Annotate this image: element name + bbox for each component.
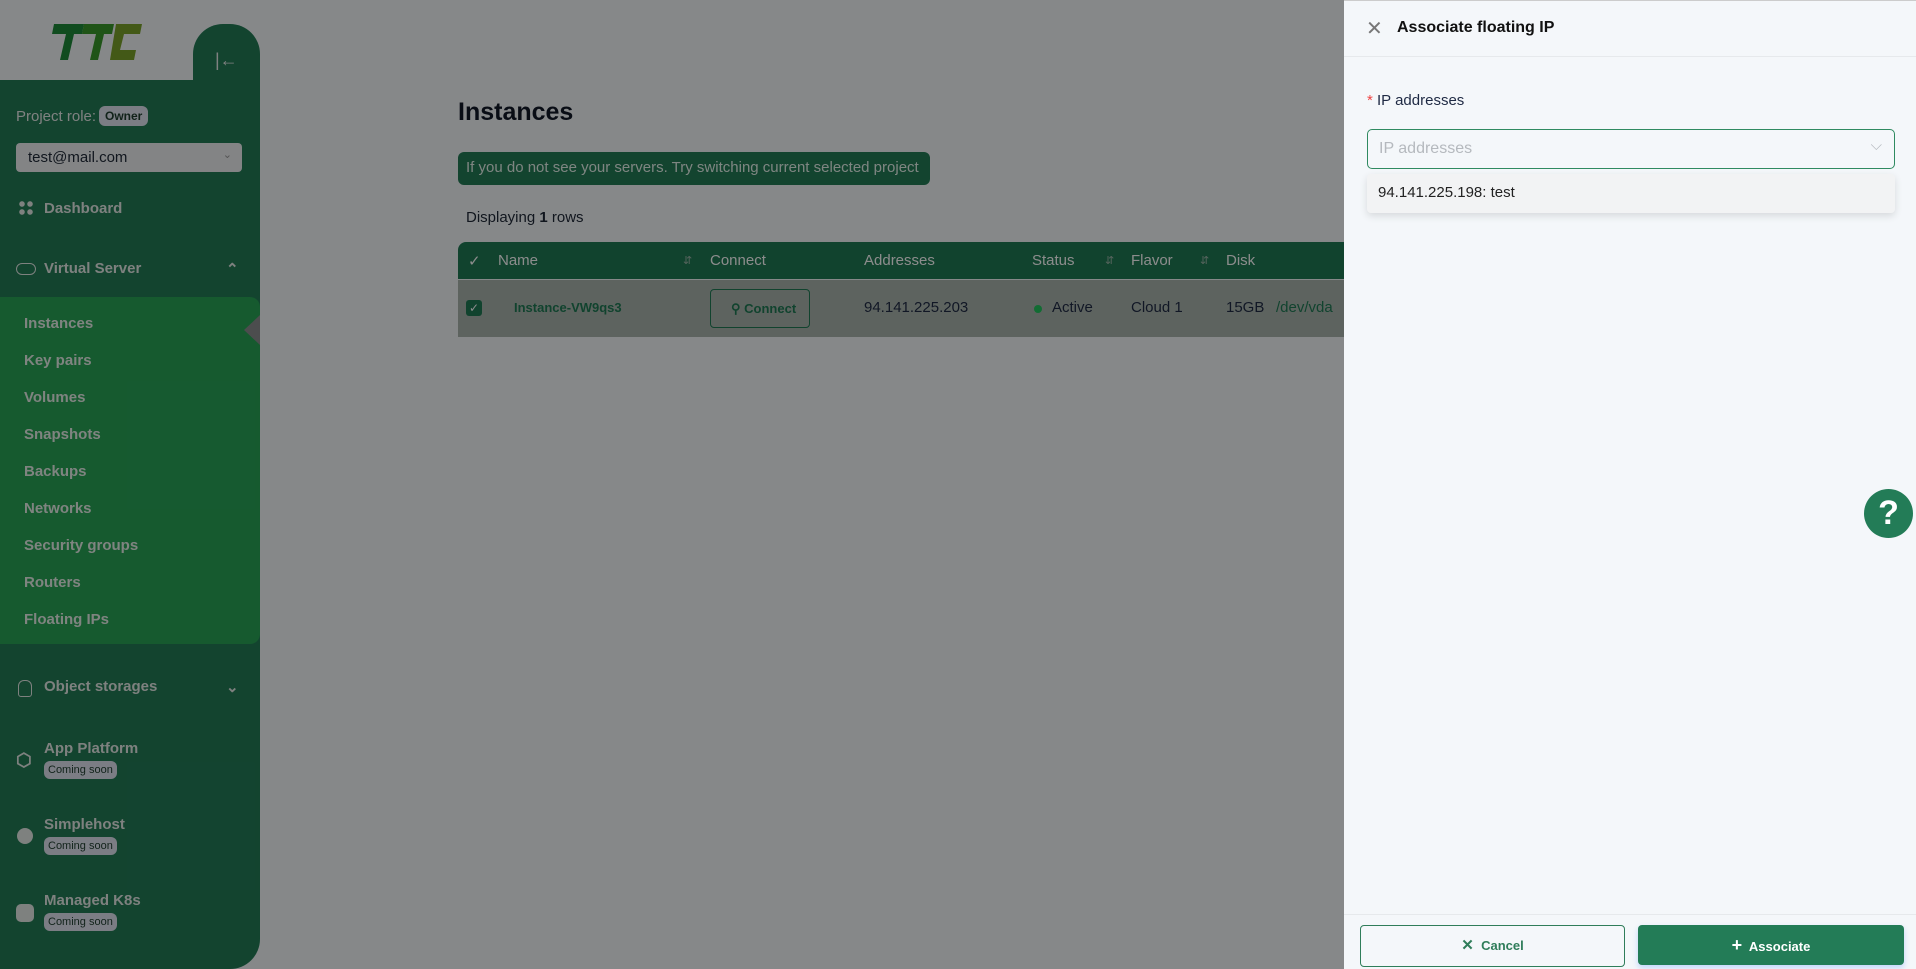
x-icon: ✕: [1461, 937, 1474, 954]
dropdown-menu: 94.141.225.198: test: [1367, 174, 1895, 213]
help-button[interactable]: ?: [1864, 489, 1913, 538]
required-mark: *: [1367, 92, 1373, 109]
close-icon[interactable]: ✕: [1366, 16, 1383, 41]
dropdown-option[interactable]: 94.141.225.198: test: [1378, 184, 1515, 201]
cancel-label: Cancel: [1481, 938, 1524, 953]
field-label-text: IP addresses: [1377, 92, 1465, 109]
plus-icon: +: [1731, 935, 1743, 955]
field-label: * IP addresses: [1367, 92, 1464, 109]
ip-addresses-select[interactable]: IP addresses ⌵: [1367, 129, 1895, 169]
chevron-down-icon: ⌵: [1870, 137, 1882, 154]
associate-label: Associate: [1748, 939, 1811, 954]
associate-button[interactable]: + Associate: [1638, 925, 1904, 965]
drawer-footer-divider: [1344, 914, 1916, 915]
cancel-button[interactable]: ✕ Cancel: [1360, 925, 1625, 967]
associate-floating-ip-drawer: ✕ Associate floating IP * IP addresses I…: [1344, 0, 1916, 969]
select-placeholder: IP addresses: [1379, 140, 1473, 157]
drawer-title: Associate floating IP: [1397, 19, 1555, 36]
drawer-header: ✕ Associate floating IP: [1344, 1, 1916, 57]
